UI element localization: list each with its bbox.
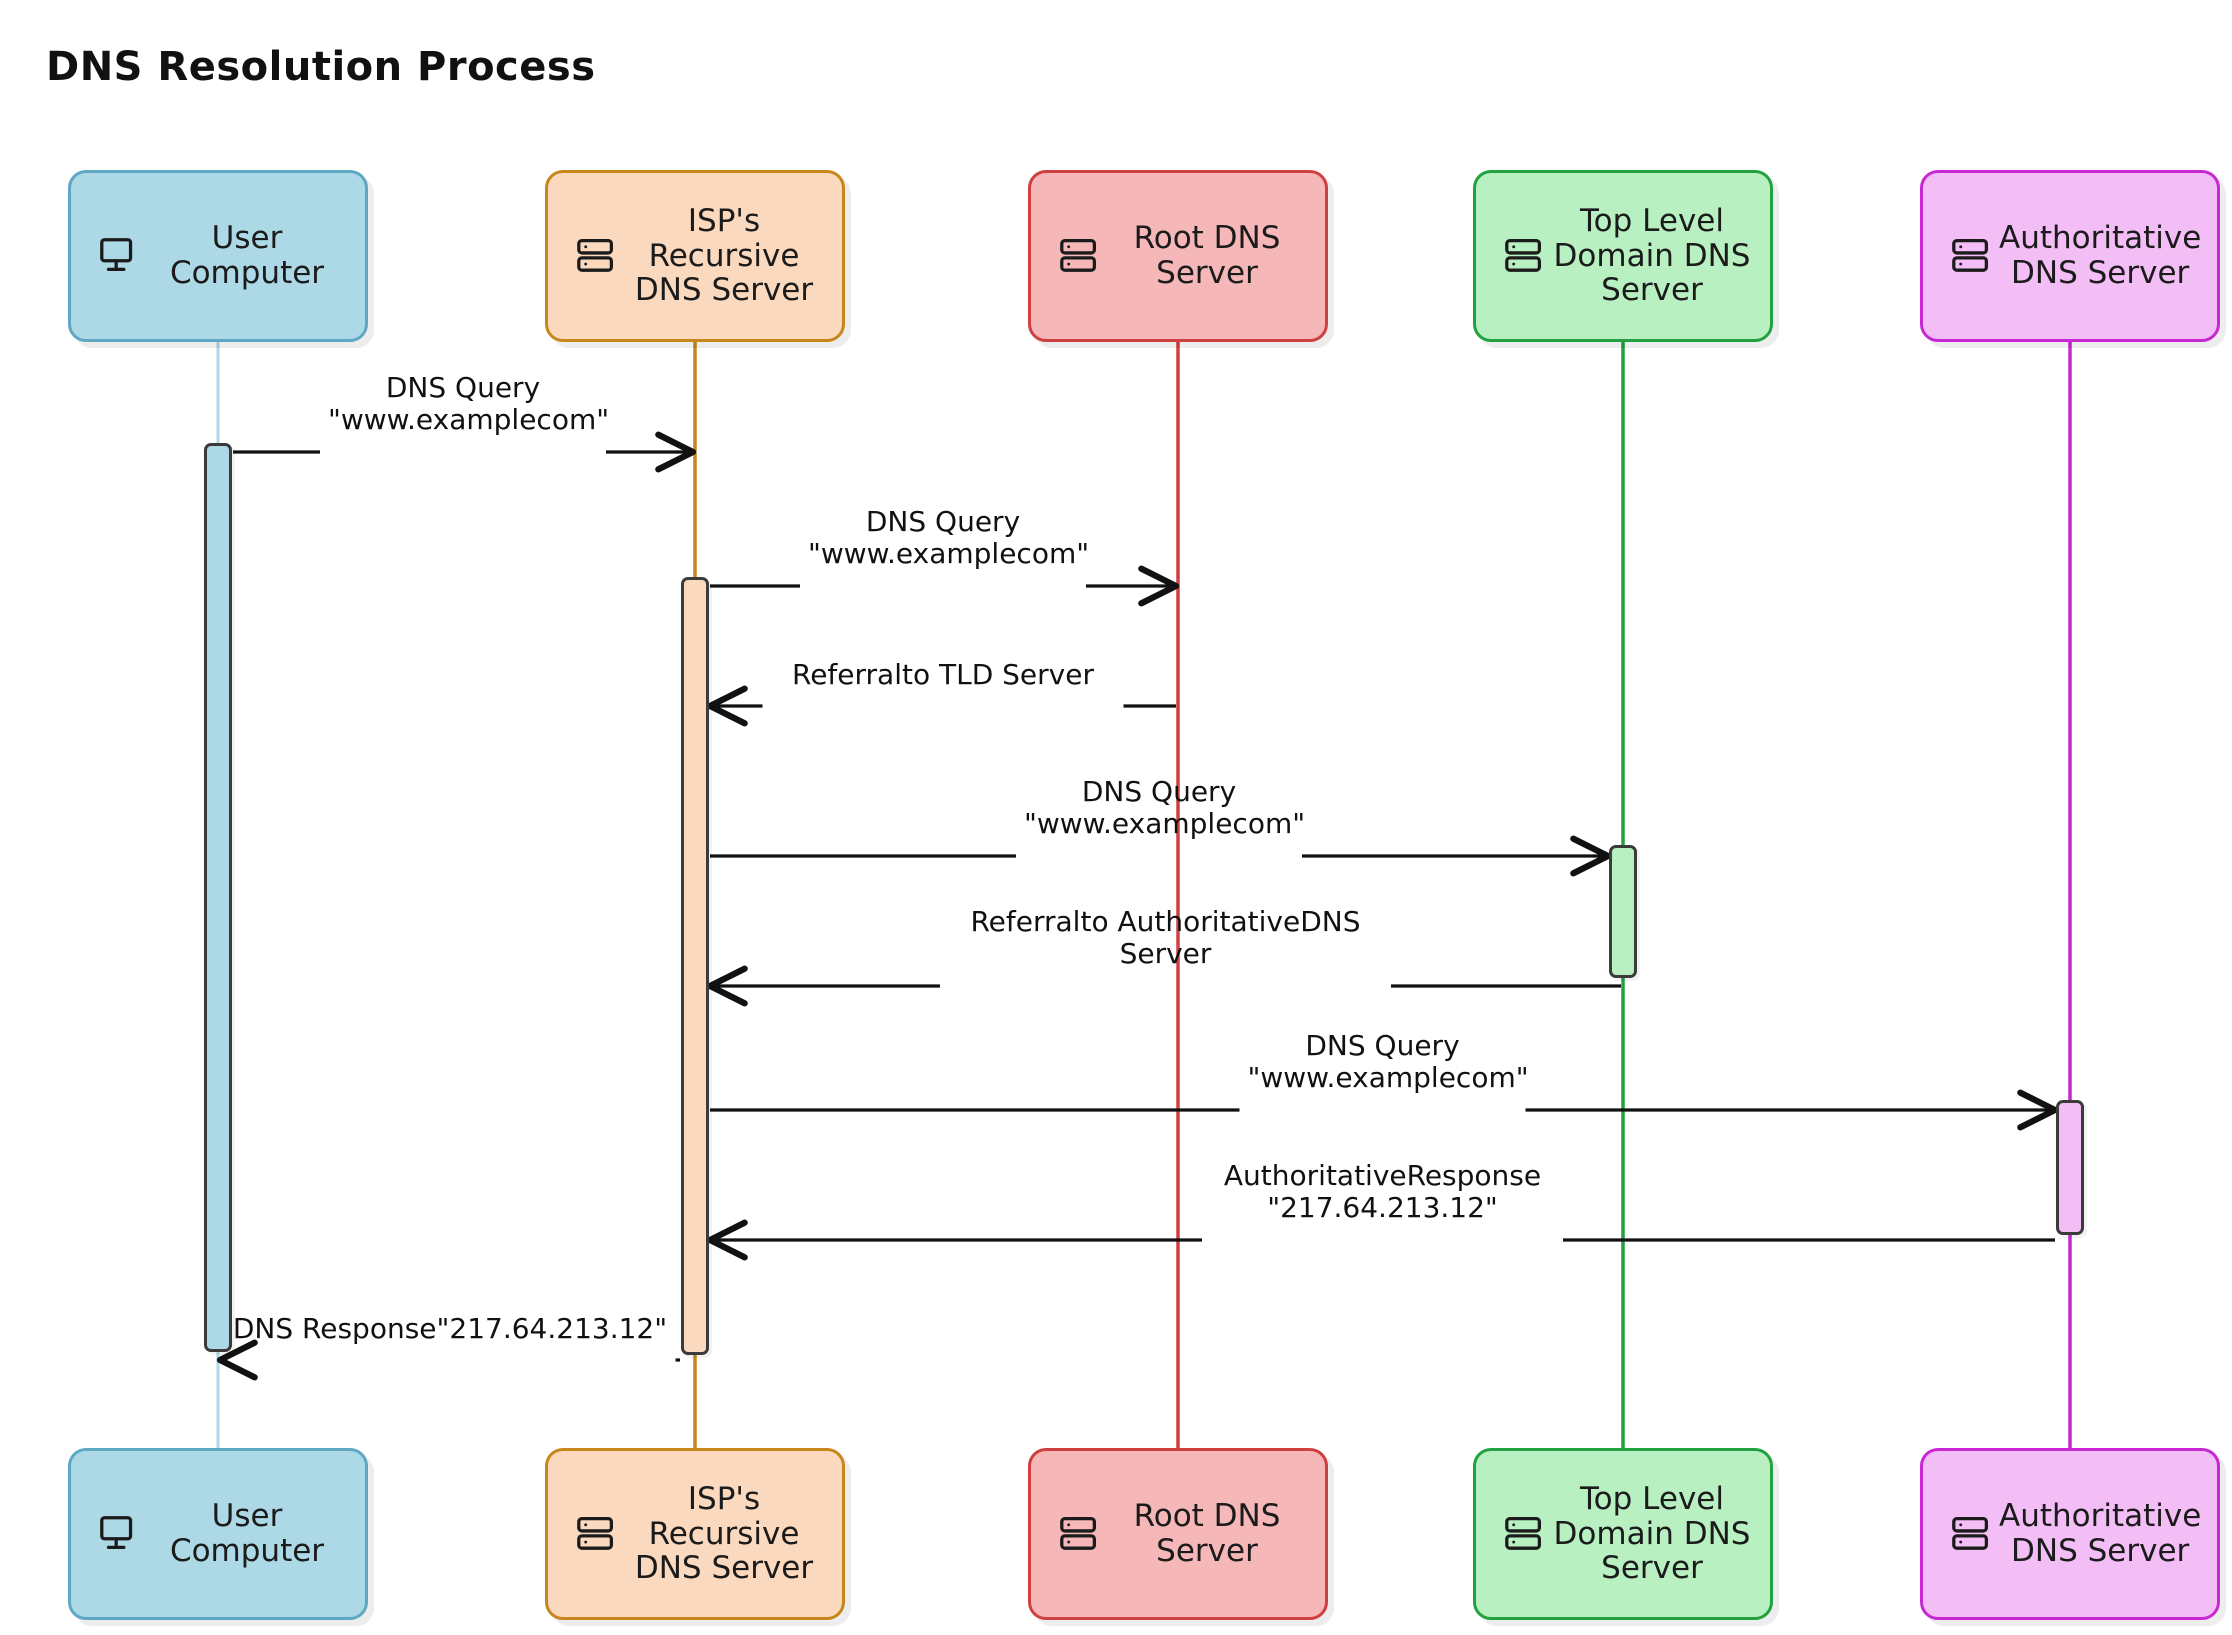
server-icon — [1949, 233, 1995, 279]
participant-label-isp: ISP's Recursive DNS Server — [634, 202, 814, 309]
participant-label-root: Root DNS Server — [1133, 220, 1281, 291]
participant-label-root: Root DNS Server — [1133, 1498, 1281, 1569]
server-icon — [1502, 1511, 1548, 1557]
participant-box-root-bottom[interactable]: Root DNS Server — [1028, 1448, 1328, 1620]
participant-label-user: User Computer — [169, 220, 325, 291]
participant-label-user: User Computer — [169, 1498, 325, 1569]
participant-box-user-bottom[interactable]: User Computer — [68, 1448, 368, 1620]
server-icon — [574, 1511, 620, 1557]
lifelines-group — [216, 342, 2072, 1448]
monitor-icon — [97, 1511, 143, 1557]
message-label-m2: DNS Query "www.examplecom" — [808, 505, 1090, 571]
participant-box-auth-top[interactable]: Authoritative DNS Server — [1920, 170, 2220, 342]
participant-label-tld: Top Level Domain DNS Server — [1553, 202, 1751, 309]
participant-box-isp-top[interactable]: ISP's Recursive DNS Server — [545, 170, 845, 342]
activation-bar-auth — [2056, 1100, 2084, 1235]
message-label-m8: DNS Response"217.64.213.12" — [232, 1312, 668, 1345]
participant-box-user-top[interactable]: User Computer — [68, 170, 368, 342]
participant-label-auth: Authoritative DNS Server — [1999, 1498, 2202, 1569]
server-icon — [1949, 1511, 1995, 1557]
participant-label-tld: Top Level Domain DNS Server — [1553, 1480, 1751, 1587]
participant-box-root-top[interactable]: Root DNS Server — [1028, 170, 1328, 342]
activation-bar-user — [204, 443, 232, 1352]
message-label-m7: AuthoritativeResponse "217.64.213.12" — [1223, 1159, 1542, 1225]
server-icon — [1057, 1511, 1103, 1557]
message-label-m6: DNS Query "www.examplecom" — [1247, 1029, 1529, 1095]
message-label-m4: DNS Query "www.examplecom" — [1024, 775, 1306, 841]
participant-box-auth-bottom[interactable]: Authoritative DNS Server — [1920, 1448, 2220, 1620]
participant-label-isp: ISP's Recursive DNS Server — [634, 1480, 814, 1587]
message-label-m1: DNS Query "www.examplecom" — [328, 371, 610, 437]
activation-bar-tld — [1609, 845, 1637, 978]
participant-label-auth: Authoritative DNS Server — [1999, 220, 2202, 291]
monitor-icon — [97, 233, 143, 279]
message-label-m3: Referralto TLD Server — [792, 658, 1094, 691]
participant-box-tld-top[interactable]: Top Level Domain DNS Server — [1473, 170, 1773, 342]
server-icon — [574, 233, 620, 279]
participant-box-isp-bottom[interactable]: ISP's Recursive DNS Server — [545, 1448, 845, 1620]
message-label-m5: Referralto AuthoritativeDNS Server — [970, 905, 1361, 971]
activation-bar-isp — [681, 577, 709, 1355]
server-icon — [1057, 233, 1103, 279]
participant-box-tld-bottom[interactable]: Top Level Domain DNS Server — [1473, 1448, 1773, 1620]
server-icon — [1502, 233, 1548, 279]
